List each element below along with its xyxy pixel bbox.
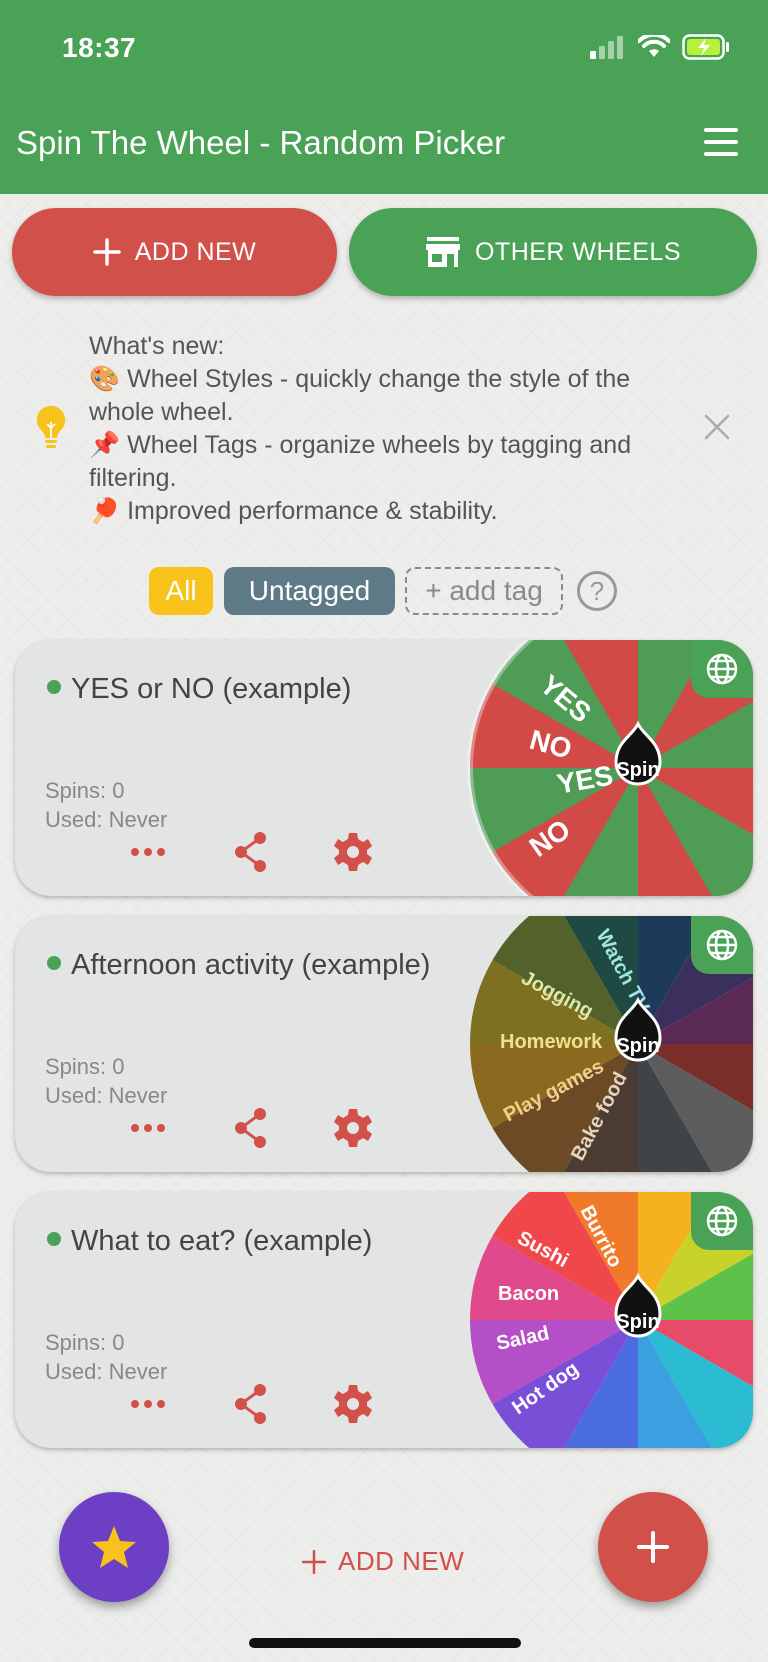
star-icon <box>92 1526 136 1568</box>
home-indicator <box>249 1638 521 1648</box>
add-wheel-fab[interactable] <box>598 1492 708 1602</box>
settings-gear-icon[interactable] <box>333 1382 373 1426</box>
status-time: 18:37 <box>62 32 137 63</box>
wheel-preview[interactable]: Bacon Salad Sushi Hot dog Burrito Spin <box>463 1192 753 1448</box>
status-dot <box>47 1232 61 1247</box>
more-options-icon[interactable] <box>129 830 167 874</box>
globe-icon <box>706 929 738 961</box>
plus-icon <box>92 238 121 266</box>
help-icon[interactable]: ? <box>577 571 617 611</box>
add-tag-button[interactable]: + add tag <box>405 567 563 615</box>
close-icon[interactable] <box>700 410 734 444</box>
wheel-card[interactable]: Afternoon activity (example) Spins: 0 Us… <box>15 916 753 1172</box>
plus-icon <box>302 1549 326 1574</box>
other-wheels-button[interactable]: OTHER WHEELS <box>349 208 757 296</box>
bottom-add-new-label: ADD NEW <box>338 1546 465 1576</box>
wheel-stats: Spins: 0 Used: Never <box>45 1328 167 1386</box>
public-wheel-button[interactable] <box>691 640 753 698</box>
wheel-title: What to eat? (example) <box>47 1220 467 1262</box>
wheel-actions <box>113 830 373 876</box>
favorites-button[interactable] <box>59 1492 169 1602</box>
spin-label[interactable]: Spin <box>616 1035 659 1057</box>
wheel-card[interactable]: What to eat? (example) Spins: 0 Used: Ne… <box>15 1192 753 1448</box>
spin-label[interactable]: Spin <box>616 1311 659 1333</box>
bottom-add-new-button[interactable]: ADD NEW <box>302 1546 464 1577</box>
more-options-icon[interactable] <box>129 1106 167 1150</box>
share-icon[interactable] <box>233 830 269 874</box>
wheel-stats: Spins: 0 Used: Never <box>45 776 167 834</box>
public-wheel-button[interactable] <box>691 1192 753 1250</box>
app-bar: 18:37 Spin The Wheel - Random Picker <box>0 0 768 194</box>
share-icon[interactable] <box>233 1106 269 1150</box>
wheel-actions <box>113 1106 373 1152</box>
share-icon[interactable] <box>233 1382 269 1426</box>
globe-icon <box>706 1205 738 1237</box>
app-title: Spin The Wheel - Random Picker <box>16 124 506 161</box>
lightbulb-icon <box>36 405 66 448</box>
wheel-title: YES or NO (example) <box>47 668 467 710</box>
whats-new-text: What's new: 🎨 Wheel Styles - quickly cha… <box>89 330 689 528</box>
tag-untagged[interactable]: Untagged <box>224 567 395 615</box>
settings-gear-icon[interactable] <box>333 1106 373 1150</box>
wheel-preview[interactable]: Homework Jogging Watch TV Play games Bak… <box>463 916 753 1172</box>
whats-new-item: 🏓 Improved performance & stability. <box>89 497 498 525</box>
status-dot <box>47 956 61 971</box>
whats-new-item: 📌 Wheel Tags - organize wheels by taggin… <box>89 431 632 492</box>
wifi-icon <box>638 35 670 57</box>
spins-count: Spins: 0 <box>45 778 125 803</box>
tag-all[interactable]: All <box>149 567 213 615</box>
battery-icon <box>682 34 729 60</box>
globe-icon <box>706 653 738 685</box>
whats-new-item: 🎨 Wheel Styles - quickly change the styl… <box>89 365 631 426</box>
more-options-icon[interactable] <box>129 1382 167 1426</box>
store-icon <box>425 237 460 267</box>
wheel-label: Homework <box>500 1031 603 1053</box>
add-new-wheel-button[interactable]: ADD NEW <box>12 208 337 296</box>
signal-icon <box>590 36 623 59</box>
wheel-title: Afternoon activity (example) <box>47 944 467 986</box>
wheel-actions <box>113 1382 373 1428</box>
spins-count: Spins: 0 <box>45 1330 125 1355</box>
status-icons <box>590 34 730 60</box>
status-dot <box>47 680 61 695</box>
wheel-preview[interactable]: YES NO YES NO Spin <box>463 640 753 896</box>
spin-label[interactable]: Spin <box>616 759 659 781</box>
spins-count: Spins: 0 <box>45 1054 125 1079</box>
public-wheel-button[interactable] <box>691 916 753 974</box>
settings-gear-icon[interactable] <box>333 830 373 874</box>
hamburger-menu-icon[interactable] <box>704 128 738 156</box>
wheel-stats: Spins: 0 Used: Never <box>45 1052 167 1110</box>
wheel-card[interactable]: YES or NO (example) Spins: 0 Used: Never <box>15 640 753 896</box>
other-wheels-label: OTHER WHEELS <box>474 237 682 266</box>
add-new-label: ADD NEW <box>134 237 257 266</box>
wheel-label: Bacon <box>498 1283 559 1305</box>
plus-icon <box>637 1531 669 1563</box>
whats-new-heading: What's new: <box>89 332 225 360</box>
